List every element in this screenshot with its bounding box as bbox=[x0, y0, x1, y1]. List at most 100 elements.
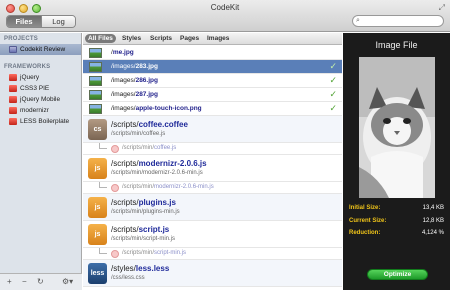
filter-styles[interactable]: Styles bbox=[119, 34, 144, 43]
child-file-row[interactable]: /scripts/min/coffee.js bbox=[83, 143, 342, 155]
cat-photo bbox=[359, 57, 435, 198]
image-row[interactable]: /images/apple-touch-icon.png ✓ bbox=[83, 102, 342, 116]
disabled-icon bbox=[111, 184, 119, 192]
tree-connector bbox=[99, 248, 107, 254]
script-row[interactable]: js /scripts/modernizr-2.0.6.js /scripts/… bbox=[83, 155, 342, 182]
image-thumbnail bbox=[89, 62, 102, 72]
image-preview bbox=[359, 57, 435, 198]
fullscreen-icon[interactable]: ⤢ bbox=[439, 3, 445, 13]
script-dir: /scripts/ bbox=[111, 159, 139, 168]
toolbox-icon bbox=[9, 118, 17, 125]
script-file: modernizr-2.0.6.js bbox=[138, 159, 207, 168]
script-output-path: /scripts/min/script-min.js bbox=[111, 236, 176, 242]
child-file-row[interactable]: /scripts/min/script-min.js bbox=[83, 248, 342, 260]
less-badge: less bbox=[88, 263, 107, 284]
image-dir: /images/ bbox=[111, 77, 136, 84]
check-icon: ✓ bbox=[329, 75, 337, 85]
view-switcher: Files Log bbox=[6, 15, 76, 28]
image-row[interactable]: /me.jpg bbox=[83, 46, 342, 60]
sidebar-item-label: Codekit Review bbox=[20, 46, 66, 53]
image-thumbnail bbox=[89, 90, 102, 100]
search-input[interactable]: ⌕ bbox=[352, 15, 444, 27]
script-row[interactable]: cs /scripts/coffee.coffee /scripts/min/c… bbox=[83, 116, 342, 143]
filter-all-files[interactable]: All Files bbox=[85, 34, 116, 43]
image-file: apple-touch-icon.png bbox=[135, 105, 202, 112]
initial-size-label: Initial Size: bbox=[349, 205, 381, 211]
script-row[interactable]: js /scripts/script.js /scripts/min/scrip… bbox=[83, 221, 342, 248]
disabled-icon bbox=[111, 145, 119, 153]
sidebar-item-project[interactable]: Codekit Review bbox=[0, 44, 81, 55]
image-row-selected[interactable]: /images/283.jpg ✓ bbox=[83, 60, 342, 74]
child-dir: /scripts/min/ bbox=[122, 184, 155, 190]
initial-size-value: 13,4 KB bbox=[422, 205, 444, 211]
sidebar-item-label: modernizr bbox=[20, 107, 49, 114]
frameworks-header: FRAMEWORKS bbox=[4, 64, 51, 70]
child-file: script-min.js bbox=[154, 250, 187, 256]
optimize-button[interactable]: Optimize bbox=[367, 269, 428, 280]
image-row[interactable]: /images/286.jpg ✓ bbox=[83, 74, 342, 88]
script-dir: /scripts/ bbox=[111, 120, 139, 129]
sidebar-item-label: jQuery Mobile bbox=[20, 96, 61, 103]
filter-images[interactable]: Images bbox=[204, 34, 232, 43]
script-file: less.less bbox=[135, 264, 170, 273]
project-icon bbox=[9, 46, 17, 53]
check-icon: ✓ bbox=[329, 89, 337, 99]
image-dir: /images/ bbox=[111, 105, 136, 112]
add-icon[interactable]: + bbox=[7, 277, 12, 286]
javascript-badge: js bbox=[88, 224, 107, 245]
script-row[interactable]: less /styles/less.less /css/less.css bbox=[83, 260, 342, 287]
javascript-badge: js bbox=[88, 197, 107, 218]
script-file: plugins.js bbox=[138, 198, 176, 207]
gear-icon[interactable]: ⚙▾ bbox=[62, 277, 73, 286]
disabled-icon bbox=[111, 250, 119, 258]
script-output-path: /scripts/min/modernizr-2.0.6-min.js bbox=[111, 170, 203, 176]
image-row[interactable]: /images/287.jpg ✓ bbox=[83, 88, 342, 102]
remove-icon[interactable]: − bbox=[22, 277, 27, 286]
toolbox-icon bbox=[9, 107, 17, 114]
filter-scripts[interactable]: Scripts bbox=[147, 34, 175, 43]
sidebar: PROJECTS Codekit Review FRAMEWORKS jQuer… bbox=[0, 33, 82, 290]
toolbox-icon bbox=[9, 74, 17, 81]
script-output-path: /scripts/min/coffee.js bbox=[111, 131, 166, 137]
inspector-panel: Image File Initial Size: 13,4 KB Current… bbox=[343, 33, 450, 290]
tab-log[interactable]: Log bbox=[41, 16, 75, 27]
file-list: /me.jpg /images/283.jpg ✓ /images/286.jp… bbox=[83, 46, 342, 290]
window-title: CodeKit bbox=[210, 3, 240, 12]
javascript-badge: js bbox=[88, 158, 107, 179]
inspector-title: Image File bbox=[375, 40, 418, 50]
script-output-path: /css/less.css bbox=[111, 275, 145, 281]
script-row[interactable]: js /scripts/plugins.js /scripts/min/plug… bbox=[83, 194, 342, 221]
filter-pages[interactable]: Pages bbox=[177, 34, 202, 43]
current-size-value: 12,8 KB bbox=[422, 218, 444, 224]
script-output-path: /scripts/min/plugins-min.js bbox=[111, 209, 180, 215]
image-dir: /images/ bbox=[111, 63, 136, 70]
current-size-label: Current Size: bbox=[349, 218, 387, 224]
image-file: 283.jpg bbox=[135, 63, 158, 70]
script-file: script.js bbox=[138, 225, 170, 234]
sidebar-item-framework[interactable]: CSS3 PIE bbox=[0, 83, 81, 94]
image-file: 286.jpg bbox=[135, 77, 158, 84]
coffeescript-badge: cs bbox=[88, 119, 107, 140]
child-file-row[interactable]: /scripts/min/modernizr-2.0.6-min.js bbox=[83, 182, 342, 194]
sidebar-item-framework[interactable]: jQuery bbox=[0, 72, 81, 83]
sidebar-toolbar: + − ↻ ⚙▾ bbox=[0, 273, 82, 290]
check-icon: ✓ bbox=[329, 103, 337, 113]
filter-bar: All Files Styles Scripts Pages Images bbox=[83, 33, 342, 45]
script-dir: /styles/ bbox=[111, 264, 136, 273]
script-dir: /scripts/ bbox=[111, 225, 139, 234]
sidebar-item-label: CSS3 PIE bbox=[20, 85, 50, 92]
tab-files[interactable]: Files bbox=[7, 16, 41, 27]
image-thumbnail bbox=[89, 76, 102, 86]
check-icon: ✓ bbox=[329, 61, 337, 71]
sidebar-item-framework[interactable]: modernizr bbox=[0, 105, 81, 116]
refresh-icon[interactable]: ↻ bbox=[37, 277, 44, 286]
sidebar-item-framework[interactable]: jQuery Mobile bbox=[0, 94, 81, 105]
script-file: coffee.coffee bbox=[138, 120, 188, 129]
toolbox-icon bbox=[9, 96, 17, 103]
child-file: coffee.js bbox=[154, 145, 177, 151]
sidebar-item-framework[interactable]: LESS Boilerplate bbox=[0, 116, 81, 127]
sidebar-item-label: LESS Boilerplate bbox=[20, 118, 70, 125]
image-thumbnail bbox=[89, 48, 102, 58]
reduction-label: Reduction: bbox=[349, 230, 381, 236]
image-thumbnail bbox=[89, 104, 102, 114]
